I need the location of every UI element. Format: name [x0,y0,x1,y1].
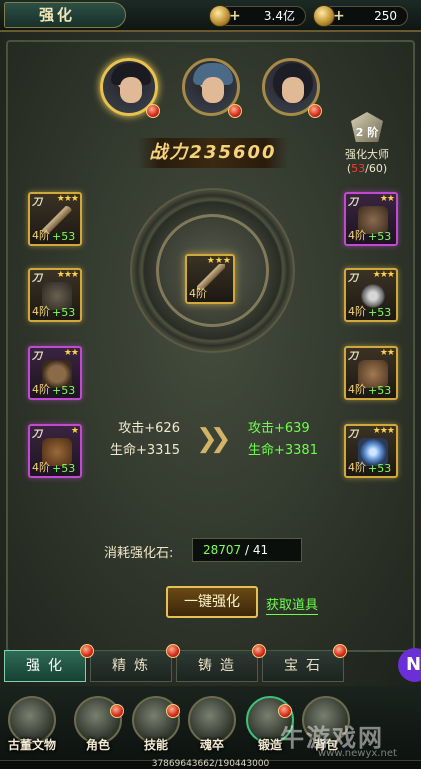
equip-slot-gloves[interactable]: 刀 ★ 4阶 +53 [28,424,82,478]
get-items-link[interactable]: 获取道具 [266,598,319,615]
nav-skills[interactable]: 技能 [128,692,184,758]
nav-soul-soldier[interactable]: 魂卒 [184,692,240,758]
exp-text: 37869643662/190443000 [151,759,270,769]
red-dot-icon [308,104,322,118]
red-dot-icon [80,644,94,658]
selected-equipment-slot[interactable]: ★★★ 4阶 [185,254,235,304]
tab-refine[interactable]: 精炼 [90,650,172,682]
master-emblem-icon: 2 阶 [345,108,389,146]
tab-enhance[interactable]: 强化 [4,650,86,682]
equip-slot-weapon[interactable]: 刀 ★★★ 4阶 +53 [28,192,82,246]
next-stats: 攻击+639 生命+3381 [248,418,318,462]
red-dot-icon [166,704,180,718]
enhance-master[interactable]: 2 阶 强化大师 (53/60) [336,108,398,175]
gold-coin-icon [209,5,231,27]
nav-character[interactable]: 角色 [70,692,126,758]
double-chevron-right-icon: ❯❯ [196,424,231,454]
master-name: 强化大师 [345,148,389,161]
equip-slot-armor[interactable]: 刀 ★★★ 4阶 +53 [28,268,82,322]
red-dot-icon [252,644,266,658]
game-screen: 强化 + 3.4亿 + 250 战力235600 2 阶 强化大师 (53/60… [0,0,421,769]
top-bar: 强化 + 3.4亿 + 250 [0,0,421,32]
tab-gem[interactable]: 宝石 [262,650,344,682]
ingot-resource[interactable]: + 250 [313,5,408,27]
next-attack: 攻击+639 [248,421,310,436]
red-dot-icon [228,104,242,118]
power-value: 235600 [189,142,277,163]
red-dot-icon [333,644,347,658]
add-gold-icon[interactable]: + [229,7,241,25]
current-attack: 攻击+626 [118,421,180,436]
cost-value: 28707 / 41 [192,538,302,562]
next-hp: 生命+3381 [248,443,318,458]
gold-resource[interactable]: + 3.4亿 [209,5,306,27]
equip-slot-boots[interactable]: 刀 ★★ 4阶 +53 [344,346,398,400]
add-ingot-icon[interactable]: + [333,7,345,25]
one-click-enhance-button[interactable]: 一键强化 [166,586,258,618]
red-dot-icon [110,704,124,718]
equip-slot-ring[interactable]: 刀 ★★★ 4阶 +53 [344,424,398,478]
current-stats: 攻击+626 生命+3315 [110,418,180,462]
equip-slot-helmet[interactable]: 刀 ★★ 4阶 +53 [344,192,398,246]
ingot-icon [313,5,335,27]
floating-assistant-button[interactable]: N [398,648,421,682]
power-label: 战力 [149,142,190,163]
page-title: 强化 [4,2,126,28]
combat-power: 战力235600 [138,138,288,168]
current-hp: 生命+3315 [110,443,180,458]
master-progress: (53/60) [346,162,388,175]
gold-amount: 3.4亿 [263,9,295,23]
watermark-url: www.newyx.net [318,748,397,759]
cost-label: 消耗强化石: [104,546,174,561]
tab-forge[interactable]: 铸造 [176,650,258,682]
red-dot-icon [166,644,180,658]
master-level: 2 阶 [355,126,379,139]
equip-slot-necklace[interactable]: 刀 ★★★ 4阶 +53 [344,268,398,322]
equip-slot-belt[interactable]: 刀 ★★ 4阶 +53 [28,346,82,400]
nav-antiques[interactable]: 古董文物 [4,692,60,758]
ingot-amount: 250 [374,9,397,23]
red-dot-icon [278,704,292,718]
red-dot-icon [146,104,160,118]
